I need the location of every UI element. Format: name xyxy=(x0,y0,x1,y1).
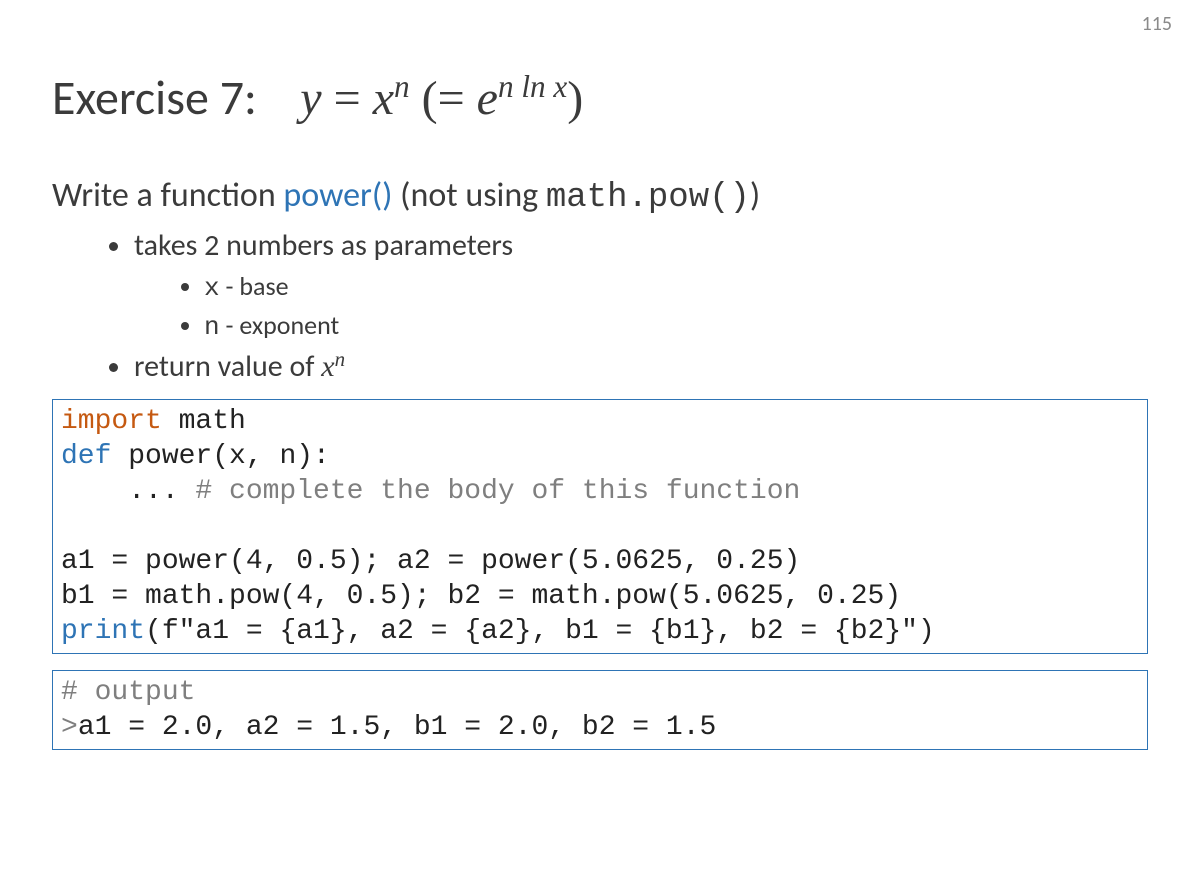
return-x: x xyxy=(321,350,334,383)
param-x-code: x xyxy=(204,273,220,303)
page-number: 115 xyxy=(1142,12,1172,36)
code-kw-print: print xyxy=(61,616,145,647)
eq-e-exp: n ln x xyxy=(498,69,567,104)
code-kw-import: import xyxy=(61,406,162,437)
code-line-a: a1 = power(4, 0.5); a2 = power(5.0625, 0… xyxy=(61,546,800,577)
sub-bullet-list: x - base n - exponent xyxy=(134,270,1148,342)
intro-text: Write a function power() (not using math… xyxy=(52,175,1148,217)
code-ellipsis: ... xyxy=(61,476,195,507)
bullet-return: return value of xn xyxy=(134,348,1148,385)
eq-close: ) xyxy=(567,72,583,125)
code-import-rest: math xyxy=(162,406,246,437)
return-n: n xyxy=(335,347,346,371)
intro-mono: math.pow() xyxy=(546,179,750,217)
sub-bullet-x: x - base xyxy=(204,270,1148,303)
bullet-params: takes 2 numbers as parameters x - base n… xyxy=(134,227,1148,342)
code-box-output: # output >a1 = 2.0, a2 = 1.5, b1 = 2.0, … xyxy=(52,670,1148,750)
sub-bullet-n: n - exponent xyxy=(204,309,1148,342)
code-def-rest: power(x, n): xyxy=(111,441,329,472)
slide-body: Exercise 7: y = xn (= en ln x) Write a f… xyxy=(0,0,1200,790)
title-prefix: Exercise 7: xyxy=(52,68,257,127)
eq-lhs: y xyxy=(300,72,321,125)
intro-fn: power() xyxy=(283,175,392,216)
bullet-return-pre: return value of xyxy=(134,348,321,385)
slide-title: Exercise 7: y = xn (= en ln x) xyxy=(52,68,1148,127)
param-n-code: n xyxy=(204,312,220,342)
bullet-list: takes 2 numbers as parameters x - base n… xyxy=(52,227,1148,385)
param-n-rest: - exponent xyxy=(220,309,340,341)
output-prompt: > xyxy=(61,712,78,743)
code-comment-body: # complete the body of this function xyxy=(195,476,800,507)
output-comment: # output xyxy=(61,677,195,708)
intro-post: ) xyxy=(750,175,760,216)
eq-n: n xyxy=(394,69,410,104)
intro-mid: (not using xyxy=(392,175,545,216)
eq-x: x xyxy=(373,72,394,125)
intro-pre: Write a function xyxy=(52,175,283,216)
bullet-params-text: takes 2 numbers as parameters xyxy=(134,227,513,264)
title-equation: y = xn (= en ln x) xyxy=(300,72,583,125)
eq-e: e xyxy=(477,72,498,125)
code-kw-def: def xyxy=(61,441,111,472)
param-x-rest: - base xyxy=(220,270,289,302)
eq-open: (= xyxy=(422,72,465,125)
output-text: a1 = 2.0, a2 = 1.5, b1 = 2.0, b2 = 1.5 xyxy=(78,712,717,743)
code-print-rest: (f"a1 = {a1}, a2 = {a2}, b1 = {b1}, b2 =… xyxy=(145,616,935,647)
eq-eq: = xyxy=(334,72,361,125)
code-line-b: b1 = math.pow(4, 0.5); b2 = math.pow(5.0… xyxy=(61,581,901,612)
code-box-source: import math def power(x, n): ... # compl… xyxy=(52,399,1148,654)
